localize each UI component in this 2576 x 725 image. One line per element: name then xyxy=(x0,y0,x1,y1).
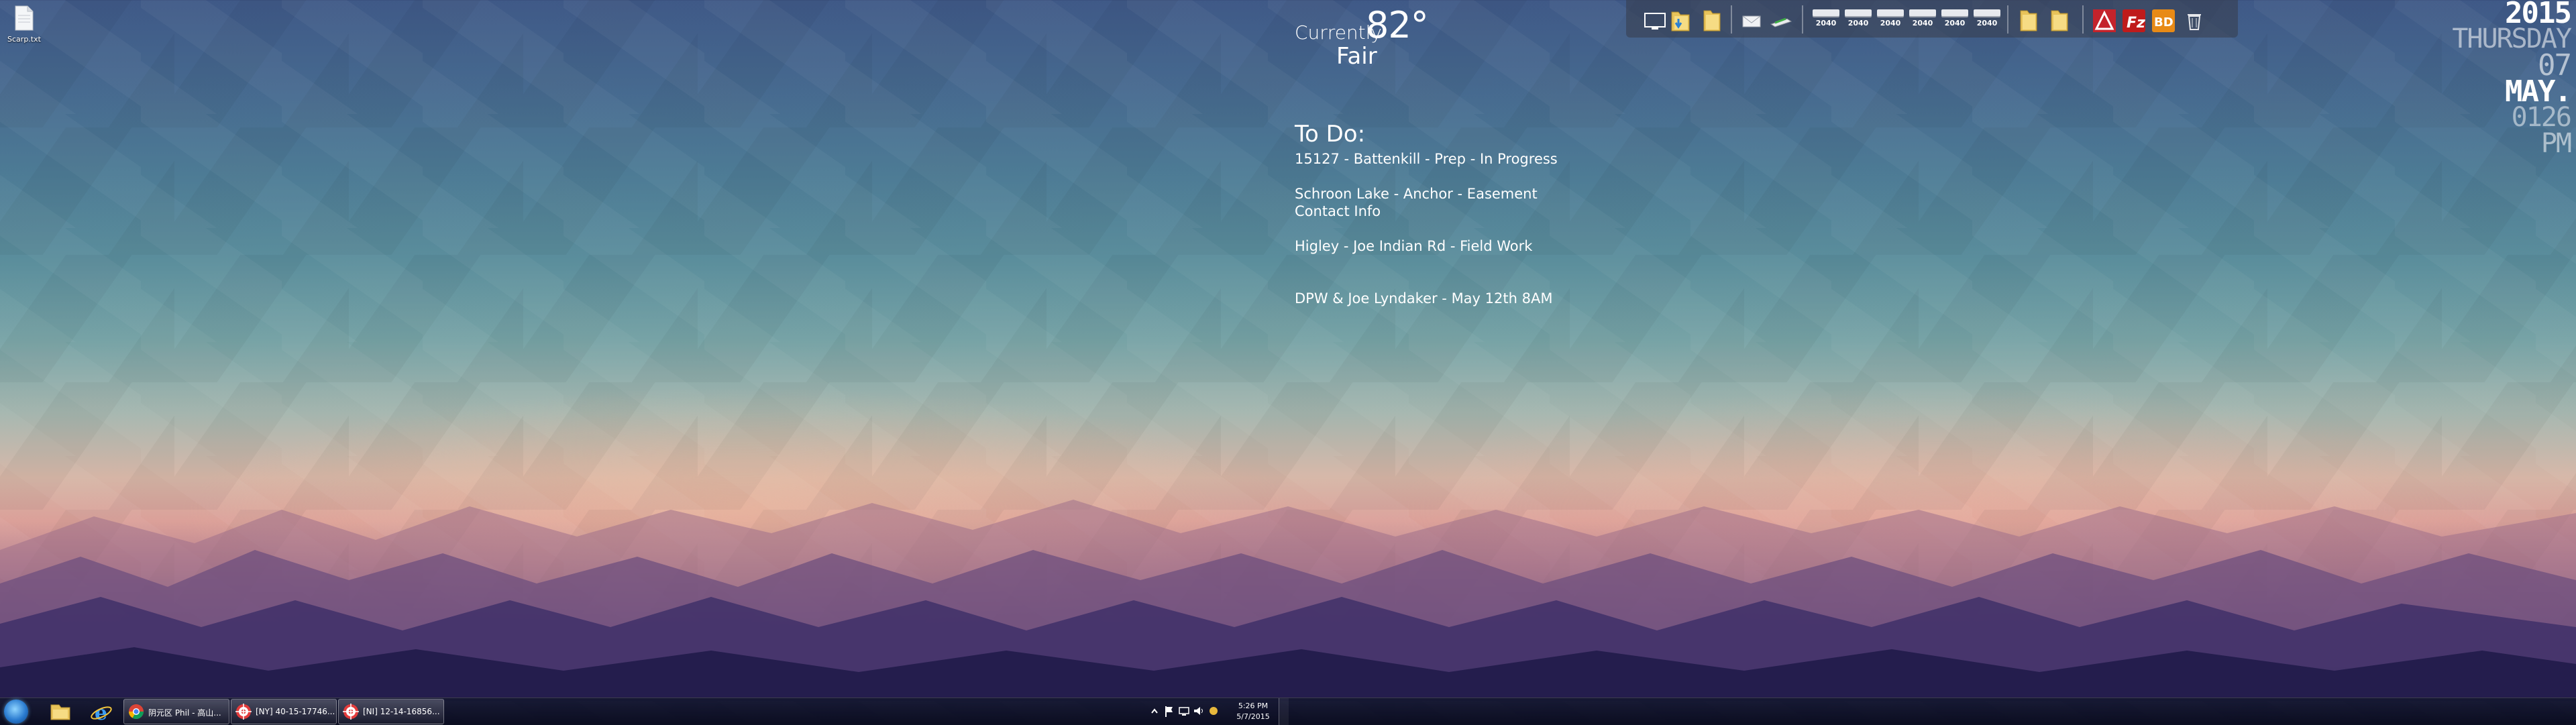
network-icon[interactable] xyxy=(1178,704,1190,718)
internet-explorer-icon[interactable]: e xyxy=(83,700,119,724)
autocad-icon[interactable] xyxy=(2092,7,2117,34)
target-icon xyxy=(235,704,252,720)
show-desktop-button[interactable] xyxy=(1279,698,1289,725)
volume-icon[interactable] xyxy=(1193,704,1205,718)
taskbar-time: 5:26 PM xyxy=(1238,702,1269,710)
taskbar: e 阴元区 Phil - 高山... [NY] 40-15-17746... [… xyxy=(0,698,2576,725)
year-folder-button[interactable]: 2040 xyxy=(1811,9,1841,31)
clock-year: 2015 xyxy=(2505,0,2572,30)
year-folder-button[interactable]: 2040 xyxy=(1876,9,1905,31)
todo-item: DPW & Joe Lyndaker - May 12th 8AM xyxy=(1295,290,1553,306)
year-folder-label: 2040 xyxy=(1912,19,1933,27)
wallpaper-mountains xyxy=(0,500,2576,701)
bd-icon[interactable]: BD xyxy=(2151,7,2176,34)
task-label: [NY] 40-15-17746... xyxy=(256,707,335,716)
task-label: 阴元区 Phil - 高山... xyxy=(148,708,221,718)
folder-icon[interactable] xyxy=(2046,7,2072,34)
year-folder-button[interactable]: 2040 xyxy=(1972,9,2002,31)
year-folder-button[interactable]: 2040 xyxy=(1908,9,1937,31)
weather-condition: Fair xyxy=(1336,43,1377,70)
year-folder-label: 2040 xyxy=(1815,19,1837,27)
status-icon[interactable] xyxy=(1208,704,1220,718)
scanner-icon[interactable] xyxy=(1768,7,1794,34)
chrome-icon xyxy=(129,704,144,719)
folder-icon[interactable] xyxy=(2015,7,2041,34)
todo-note: To Do: 15127 - Battenkill - Prep - In Pr… xyxy=(1295,121,1558,307)
start-button[interactable] xyxy=(4,700,28,724)
todo-item: 15127 - Battenkill - Prep - In Progress xyxy=(1295,151,1558,167)
taskbar-date: 5/7/2015 xyxy=(1236,712,1270,721)
desktop-file-label: Scarp.txt xyxy=(7,35,41,44)
clock-month: MAY. xyxy=(2505,74,2572,109)
folder-icon[interactable] xyxy=(1699,7,1724,34)
todo-item: Contact Info xyxy=(1295,203,1381,219)
taskbar-task-chrome[interactable]: 阴元区 Phil - 高山... xyxy=(123,699,229,724)
year-folder-label: 2040 xyxy=(1976,19,1998,27)
clock-time: 0126 xyxy=(2511,102,2572,133)
todo-item: Schroon Lake - Anchor - Easement xyxy=(1295,186,1538,202)
svg-text:Fz: Fz xyxy=(2127,15,2145,32)
svg-text:BD: BD xyxy=(2154,15,2174,30)
action-center-flag-icon[interactable] xyxy=(1163,704,1175,718)
monitor-icon[interactable] xyxy=(1642,7,1668,34)
todo-item: Higley - Joe Indian Rd - Field Work xyxy=(1295,238,1533,254)
filezilla-icon[interactable]: Fz xyxy=(2121,7,2147,34)
todo-title: To Do: xyxy=(1295,121,1366,148)
year-folder-label: 2040 xyxy=(1944,19,1966,27)
taskbar-task-ni[interactable]: [NI] 12-14-16856... xyxy=(338,699,444,724)
file-explorer-icon[interactable] xyxy=(42,700,78,724)
weather-temperature: 82° xyxy=(1366,4,1429,46)
taskbar-clock[interactable]: 5:26 PM 5/7/2015 xyxy=(1233,701,1273,722)
target-icon xyxy=(343,704,359,720)
year-folder-button[interactable]: 2040 xyxy=(1940,9,1970,31)
desktop-file-scarp[interactable]: Scarp.txt xyxy=(7,5,42,44)
dock-bar: 2040 2040 2040 2040 2040 2040 Fz BD xyxy=(1626,0,2238,38)
svg-text:e: e xyxy=(95,702,107,724)
year-folder-button[interactable]: 2040 xyxy=(1843,9,1873,31)
task-label: [NI] 12-14-16856... xyxy=(363,707,440,716)
text-file-icon xyxy=(15,5,34,31)
date-clock-widget: 2015 THURSDAY 07 MAY. 0126 PM xyxy=(2452,0,2572,159)
mail-icon[interactable] xyxy=(1739,7,1764,34)
recycle-bin-icon[interactable] xyxy=(2182,7,2207,34)
system-tray xyxy=(1148,704,1229,720)
folder-download-icon[interactable] xyxy=(1668,7,1693,34)
year-folder-label: 2040 xyxy=(1880,19,1901,27)
tray-expand-icon[interactable] xyxy=(1148,704,1161,718)
year-folder-label: 2040 xyxy=(1847,19,1869,27)
clock-ampm: PM xyxy=(2540,128,2572,159)
taskbar-task-ny[interactable]: [NY] 40-15-17746... xyxy=(231,699,337,724)
